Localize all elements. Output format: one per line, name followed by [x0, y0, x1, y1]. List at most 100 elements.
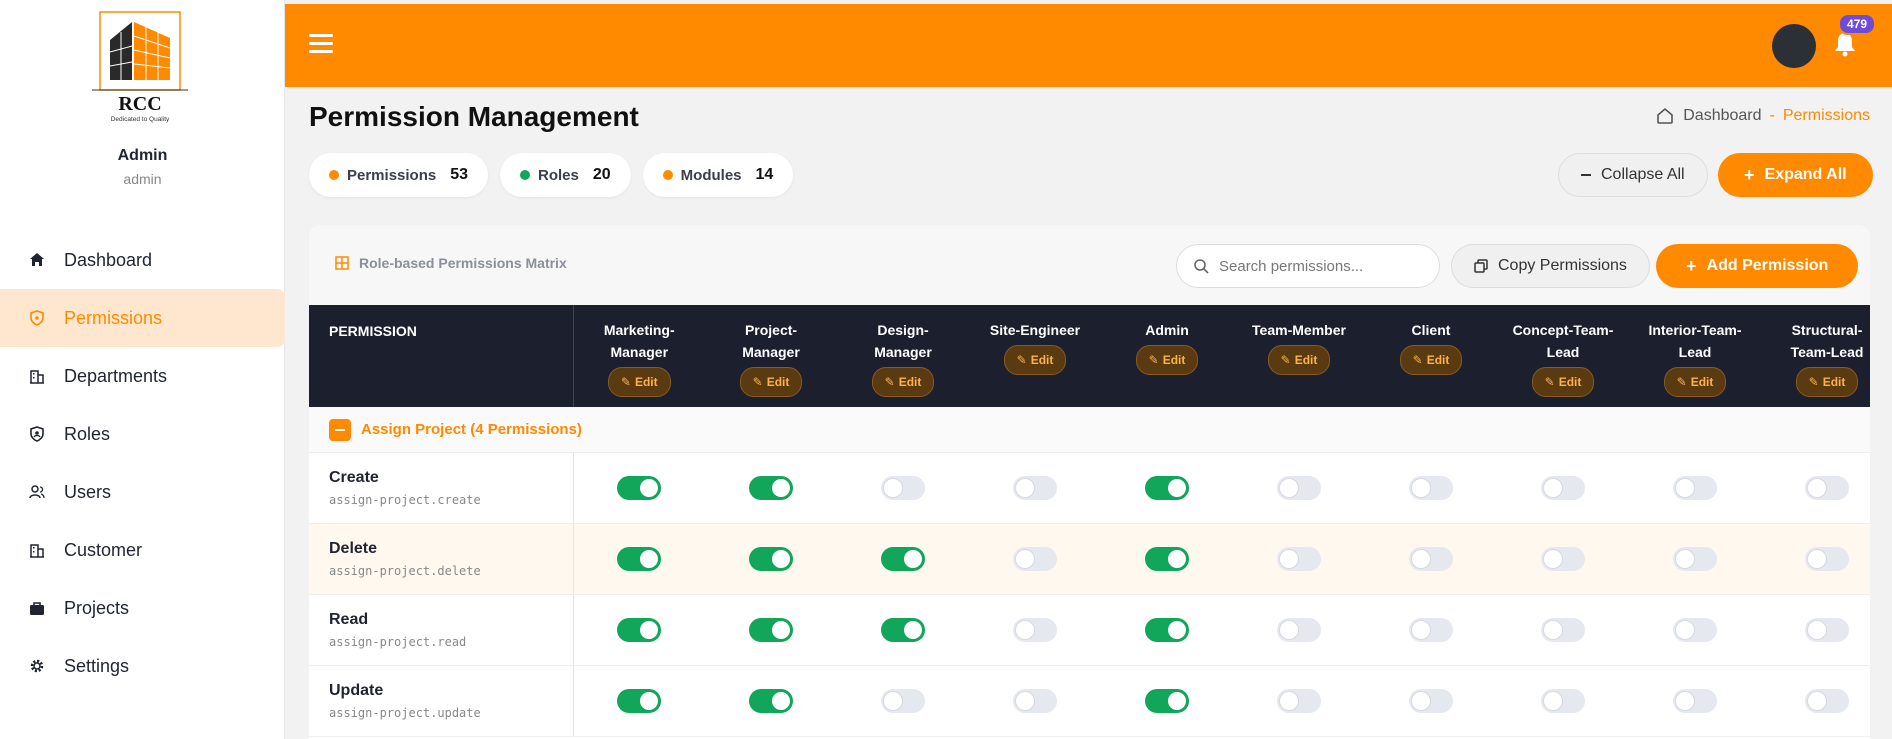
permission-toggle[interactable] — [1013, 688, 1057, 713]
permission-toggle[interactable] — [1541, 546, 1585, 571]
search-input[interactable] — [1219, 257, 1419, 275]
toggle-cell — [1365, 594, 1497, 666]
role-name: Concept-Team- — [1512, 322, 1614, 338]
sidebar-item-users[interactable]: Users — [0, 463, 285, 521]
pencil-icon: ✎ — [752, 375, 763, 389]
menu-toggle-icon[interactable] — [309, 34, 333, 54]
toggle-cell — [1365, 452, 1497, 524]
permission-toggle[interactable] — [1541, 475, 1585, 500]
toggle-knob — [1808, 549, 1826, 568]
permission-toggle[interactable] — [1805, 546, 1849, 571]
permission-toggle[interactable] — [1805, 688, 1849, 713]
notification-badge: 479 — [1838, 13, 1877, 35]
permission-toggle[interactable] — [1409, 475, 1453, 500]
edit-role-button[interactable]: ✎ Edit — [1003, 345, 1067, 375]
toggle-knob — [1544, 478, 1562, 497]
permission-toggle[interactable] — [1145, 475, 1189, 500]
permissions-matrix-card: Role-based Permissions Matrix Copy Permi… — [309, 225, 1870, 739]
sidebar-item-label: Users — [64, 481, 112, 502]
permission-toggle[interactable] — [1145, 546, 1189, 571]
edit-role-button[interactable]: ✎ Edit — [739, 367, 803, 397]
edit-role-button[interactable]: ✎ Edit — [871, 367, 935, 397]
copy-permissions-label: Copy Permissions — [1498, 257, 1627, 274]
toggle-knob — [1016, 691, 1034, 710]
edit-role-button[interactable]: ✎ Edit — [1531, 367, 1595, 397]
sidebar-item-label: Departments — [64, 365, 168, 386]
permission-toggle[interactable] — [1805, 475, 1849, 500]
page-title: Permission Management — [309, 101, 639, 132]
edit-label: Edit — [1030, 353, 1054, 367]
breadcrumb-home[interactable]: Dashboard — [1683, 107, 1761, 125]
permission-toggle[interactable] — [749, 688, 793, 713]
edit-role-button[interactable]: ✎ Edit — [1267, 345, 1331, 375]
permission-toggle[interactable] — [1673, 475, 1717, 500]
edit-role-button[interactable]: ✎ Edit — [1399, 345, 1463, 375]
table-header-row: PERMISSION Marketing- Manager ✎ Edit Project… — [309, 305, 1870, 407]
permission-toggle[interactable] — [1673, 617, 1717, 642]
status-dot — [329, 170, 339, 180]
toggle-knob — [904, 620, 922, 639]
permission-toggle[interactable] — [749, 617, 793, 642]
toggle-cell — [1629, 594, 1761, 666]
toggle-cell — [1761, 452, 1870, 524]
permission-toggle[interactable] — [617, 688, 662, 713]
permission-toggle[interactable] — [1277, 546, 1321, 571]
permission-toggle[interactable] — [1541, 688, 1585, 713]
permission-toggle[interactable] — [1277, 688, 1321, 713]
edit-role-button[interactable]: ✎ Edit — [1663, 367, 1727, 397]
sidebar-item-dashboard[interactable]: Dashboard — [0, 231, 285, 289]
permission-toggle[interactable] — [1409, 617, 1453, 642]
role-name: Team-Member — [1252, 322, 1346, 338]
sidebar-item-permissions[interactable]: Permissions — [0, 289, 285, 347]
permission-toggle[interactable] — [881, 688, 925, 713]
stat-modules: Modules 14 — [642, 153, 794, 197]
permission-toggle[interactable] — [1277, 475, 1321, 500]
edit-role-button[interactable]: ✎ Edit — [1135, 345, 1199, 375]
permission-toggle[interactable] — [1673, 546, 1717, 571]
permission-toggle[interactable] — [617, 546, 662, 571]
permission-toggle[interactable] — [1409, 688, 1453, 713]
group-toggle-assign-project[interactable]: Assign Project (4 Permissions) — [329, 418, 582, 441]
edit-role-button[interactable]: ✎ Edit — [1795, 367, 1859, 397]
collapse-all-button[interactable]: Collapse All — [1558, 153, 1708, 197]
permission-toggle[interactable] — [881, 617, 925, 642]
permission-toggle[interactable] — [1541, 617, 1585, 642]
sidebar-item-roles[interactable]: Roles — [0, 405, 285, 463]
permission-toggle[interactable] — [1409, 546, 1453, 571]
permission-toggle[interactable] — [749, 475, 793, 500]
stat-permissions: Permissions 53 — [309, 153, 489, 197]
sidebar-item-departments[interactable]: Departments — [0, 347, 285, 405]
permission-toggle[interactable] — [881, 475, 925, 500]
permission-toggle[interactable] — [1013, 475, 1057, 500]
toggle-knob — [1544, 620, 1562, 639]
permission-toggle[interactable] — [1013, 546, 1057, 571]
company-logo[interactable]: RCC Dedicated to Quality — [90, 10, 190, 125]
sidebar-item-projects[interactable]: Projects — [0, 579, 285, 637]
permission-toggle[interactable] — [749, 546, 793, 571]
permission-toggle[interactable] — [617, 475, 662, 500]
add-permission-button[interactable]: + Add Permission — [1656, 244, 1859, 288]
sidebar-item-settings[interactable]: Settings — [0, 637, 285, 695]
pencil-icon: ✎ — [884, 375, 895, 389]
edit-role-button[interactable]: ✎ Edit — [607, 367, 671, 397]
toggle-cell — [1761, 594, 1870, 666]
sidebar-item-customer[interactable]: Customer — [0, 521, 285, 579]
toggle-cell — [705, 452, 837, 524]
permission-toggle[interactable] — [1673, 688, 1717, 713]
permission-toggle[interactable] — [1145, 688, 1189, 713]
stats-bar: Permissions 53 Roles 20 Modules 14 — [309, 153, 794, 197]
avatar[interactable] — [1772, 24, 1816, 68]
permission-toggle[interactable] — [1277, 617, 1321, 642]
toggle-cell — [1101, 452, 1233, 524]
permission-toggle[interactable] — [617, 617, 662, 642]
permission-toggle[interactable] — [1805, 617, 1849, 642]
pencil-icon: ✎ — [1280, 353, 1291, 367]
permission-toggle[interactable] — [881, 546, 925, 571]
toggle-cell — [1101, 523, 1233, 595]
permission-toggle[interactable] — [1145, 617, 1189, 642]
copy-permissions-button[interactable]: Copy Permissions — [1451, 244, 1650, 288]
status-dot — [662, 170, 673, 180]
expand-all-button[interactable]: + Expand All — [1718, 153, 1873, 197]
permission-toggle[interactable] — [1013, 617, 1057, 642]
role-column-header: Project- Manager ✎ Edit — [705, 305, 837, 407]
